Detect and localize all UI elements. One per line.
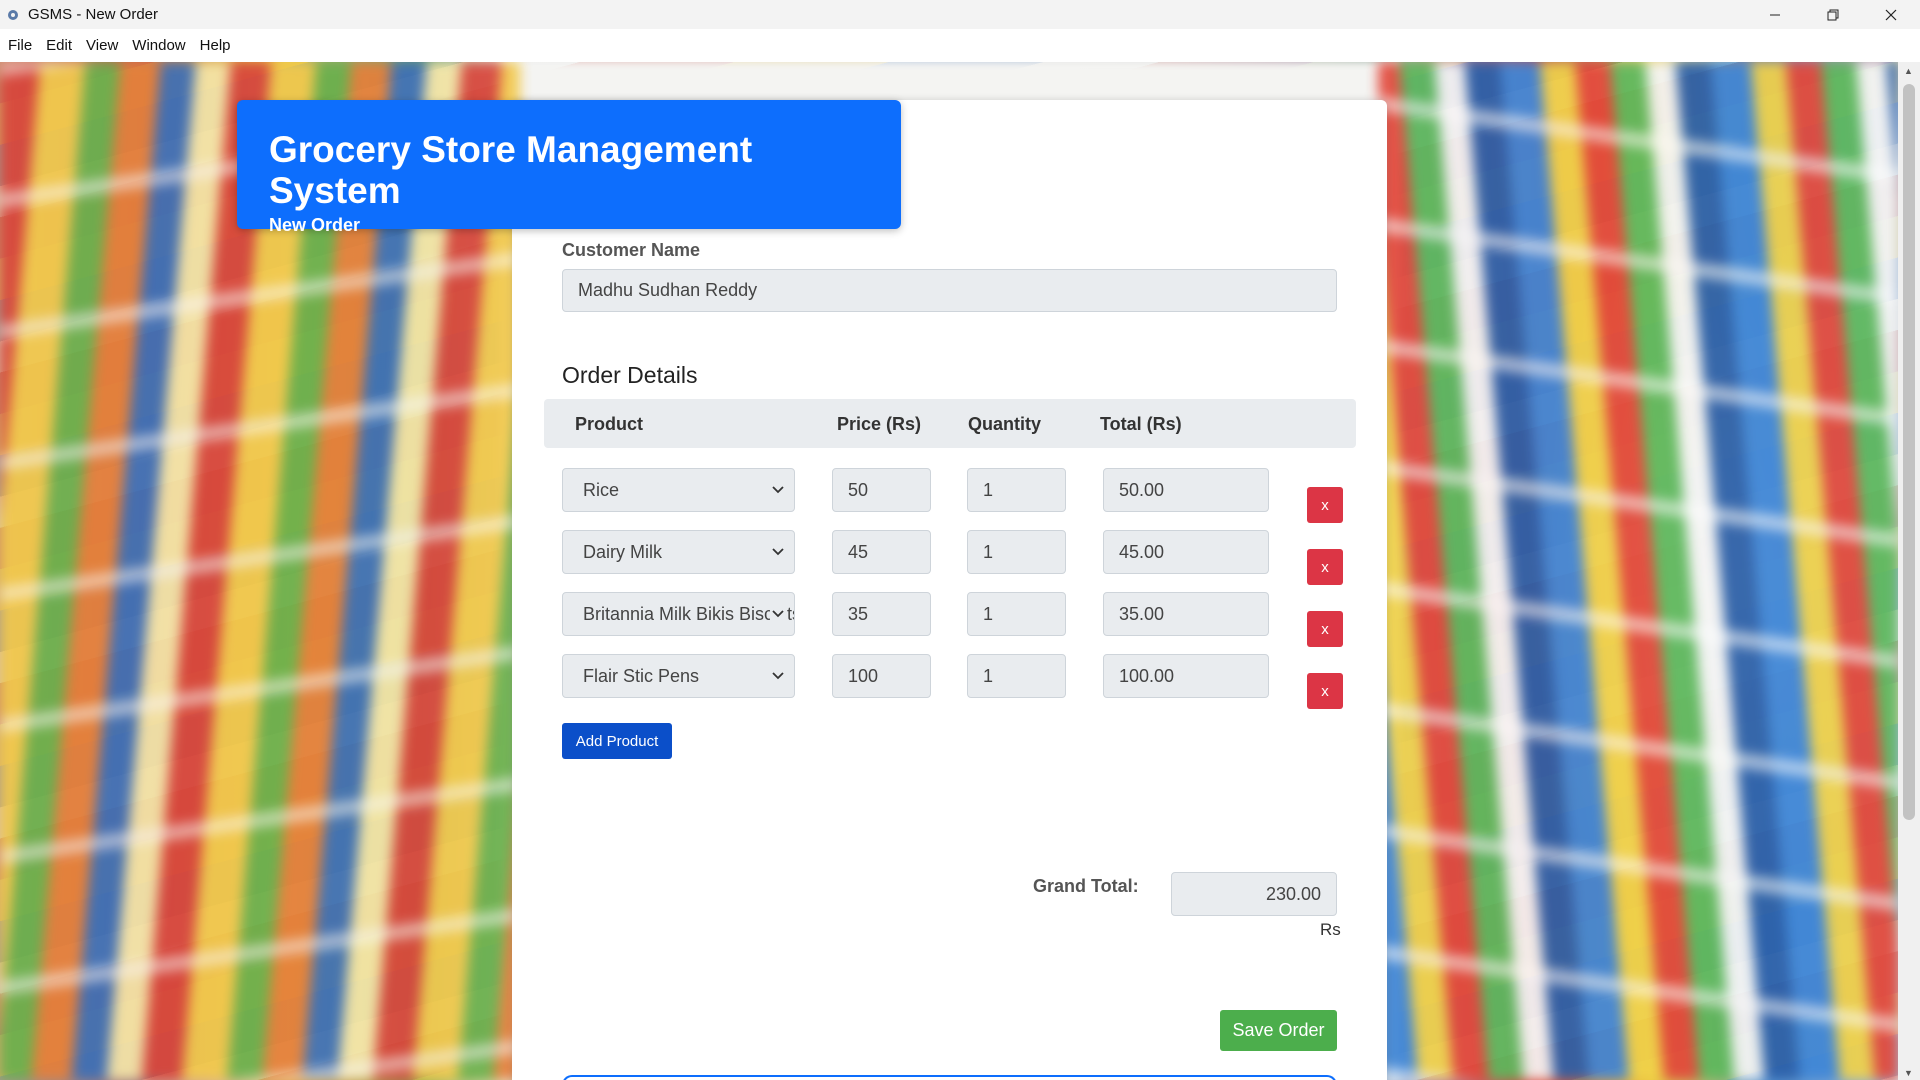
table-row: Dairy Milk 45 1 45.00 x [0, 530, 1920, 585]
quantity-input[interactable]: 1 [967, 592, 1066, 636]
row-total-field: 45.00 [1103, 530, 1269, 574]
price-input[interactable]: 35 [832, 592, 931, 636]
table-row: Flair Stic Pens 100 1 100.00 x [0, 654, 1920, 709]
product-select[interactable]: Flair Stic Pens [562, 654, 795, 698]
next-section-edge [562, 1075, 1337, 1080]
chevron-down-icon [770, 531, 786, 573]
product-select[interactable]: Dairy Milk [562, 530, 795, 574]
quantity-input[interactable]: 1 [967, 654, 1066, 698]
product-select-value: Dairy Milk [583, 542, 662, 562]
row-total-field: 100.00 [1103, 654, 1269, 698]
product-select-value: Rice [583, 480, 620, 500]
menu-window[interactable]: Window [132, 35, 185, 56]
row-total-field: 50.00 [1103, 468, 1269, 512]
column-header-total: Total (Rs) [1100, 414, 1182, 434]
chevron-down-icon [770, 655, 786, 697]
quantity-input[interactable]: 1 [967, 530, 1066, 574]
table-row: Rice 50 1 50.00 x [0, 468, 1920, 523]
menu-view[interactable]: View [86, 35, 118, 56]
quantity-input[interactable]: 1 [967, 468, 1066, 512]
order-table-header [544, 399, 1356, 448]
column-header-quantity: Quantity [968, 414, 1042, 434]
product-select[interactable]: Rice [562, 468, 795, 512]
product-select-value: Britannia Milk Bikis Biscuits [583, 604, 795, 624]
remove-row-button[interactable]: x [1307, 487, 1343, 523]
price-input[interactable]: 45 [832, 530, 931, 574]
product-select-value: Flair Stic Pens [583, 666, 700, 686]
add-product-button[interactable]: Add Product [562, 723, 672, 759]
price-input[interactable]: 100 [832, 654, 931, 698]
menu-file[interactable]: File [8, 35, 32, 56]
grand-total-label: Grand Total: [1033, 876, 1139, 896]
scroll-up-icon[interactable]: ▲ [1904, 66, 1913, 76]
close-icon[interactable] [1862, 0, 1920, 29]
price-input[interactable]: 50 [832, 468, 931, 512]
menu-edit[interactable]: Edit [46, 35, 72, 56]
gear-icon [5, 7, 21, 23]
remove-row-button[interactable]: x [1307, 611, 1343, 647]
column-header-price: Price (Rs) [837, 414, 922, 434]
column-header-product: Product [575, 414, 644, 434]
minimize-icon[interactable] [1746, 0, 1804, 29]
header-banner: Grocery Store Management System New Orde… [237, 100, 901, 235]
page-subtitle: New Order [269, 215, 361, 236]
row-total-field: 35.00 [1103, 592, 1269, 636]
customer-name-input[interactable] [562, 269, 1337, 312]
remove-row-button[interactable]: x [1307, 673, 1343, 709]
remove-row-button[interactable]: x [1307, 549, 1343, 585]
grand-total-field: 230.00 [1171, 872, 1337, 916]
menu-bar: File Edit View Window Help [0, 29, 1920, 62]
title-bar: GSMS - New Order [0, 0, 1920, 29]
scroll-down-icon[interactable]: ▼ [1904, 1068, 1913, 1078]
product-select[interactable]: Britannia Milk Bikis Biscuits [562, 592, 795, 636]
window-title: GSMS - New Order [28, 6, 159, 23]
scroll-thumb[interactable] [1903, 84, 1915, 820]
chevron-down-icon [770, 469, 786, 511]
restore-icon[interactable] [1804, 0, 1862, 29]
table-row: Britannia Milk Bikis Biscuits 35 1 35.00… [0, 592, 1920, 647]
customer-name-label: Customer Name [562, 240, 701, 260]
window-controls [1746, 0, 1920, 29]
save-order-button[interactable]: Save Order [1220, 1010, 1337, 1051]
menu-help[interactable]: Help [200, 35, 231, 56]
chevron-down-icon [770, 593, 786, 635]
page-title: Grocery Store Management System [269, 129, 753, 211]
order-details-title: Order Details [562, 362, 698, 388]
currency-unit: Rs [1320, 920, 1341, 939]
